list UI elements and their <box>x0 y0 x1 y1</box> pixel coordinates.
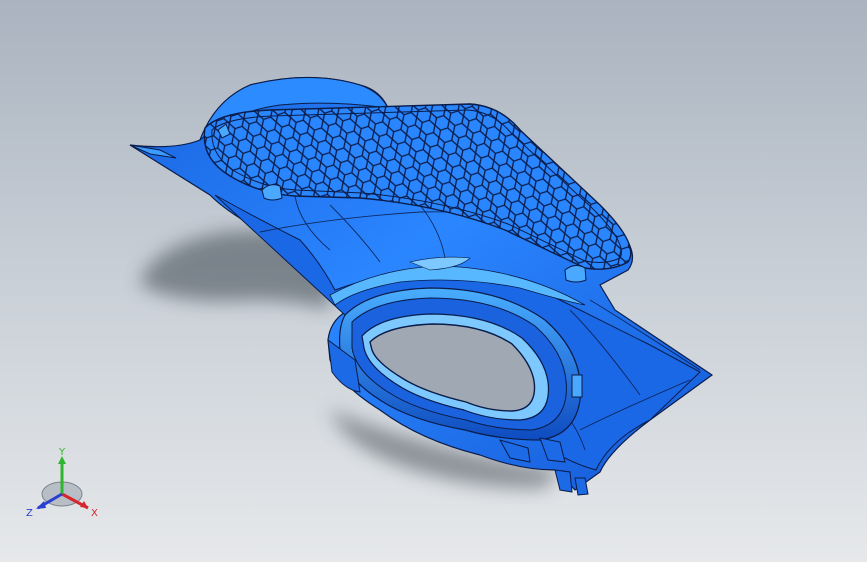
model-viewport[interactable] <box>0 0 867 562</box>
z-axis-arrow-icon <box>36 501 46 509</box>
y-axis-label: Y <box>58 447 66 458</box>
x-axis-label: X <box>91 508 98 519</box>
z-axis-label: Z <box>26 508 33 519</box>
orientation-triad[interactable]: X Y Z <box>22 446 108 526</box>
